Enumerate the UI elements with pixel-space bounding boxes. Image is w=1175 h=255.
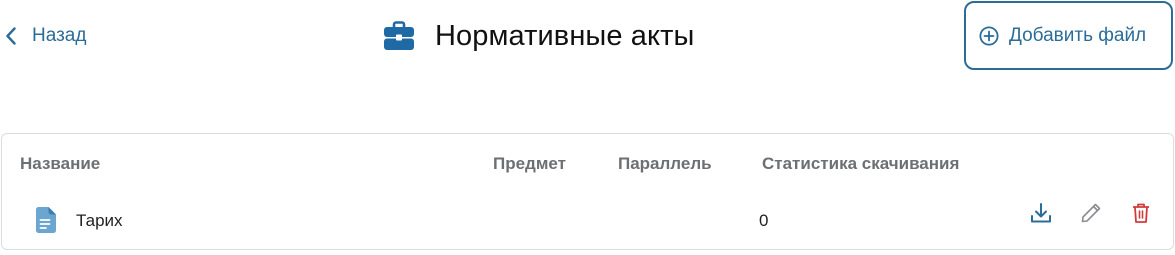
add-file-label: Добавить файл: [1009, 24, 1147, 46]
back-label: Назад: [32, 25, 87, 46]
column-header-name[interactable]: Название: [20, 154, 100, 174]
column-header-downloads[interactable]: Статистика скачивания: [762, 154, 959, 174]
back-link[interactable]: Назад: [4, 22, 86, 50]
file-name: Тарих: [76, 211, 123, 230]
edit-pencil-icon[interactable]: [1078, 200, 1104, 226]
files-table: Название Предмет Параллель Статистика ск…: [1, 133, 1174, 250]
column-header-subject[interactable]: Предмет: [493, 154, 566, 174]
chevron-left-icon: [4, 26, 18, 46]
plus-circle-icon: [979, 25, 999, 46]
download-icon[interactable]: [1028, 200, 1054, 226]
add-file-button[interactable]: Добавить файл: [964, 1, 1173, 70]
trash-icon[interactable]: [1128, 200, 1154, 226]
page-title: Нормативные акты: [383, 16, 694, 56]
page-title-text: Нормативные акты: [435, 19, 695, 52]
column-header-grade[interactable]: Параллель: [618, 154, 712, 174]
document-icon: [36, 207, 56, 233]
download-count: 0: [759, 211, 769, 230]
briefcase-icon: [383, 20, 415, 52]
